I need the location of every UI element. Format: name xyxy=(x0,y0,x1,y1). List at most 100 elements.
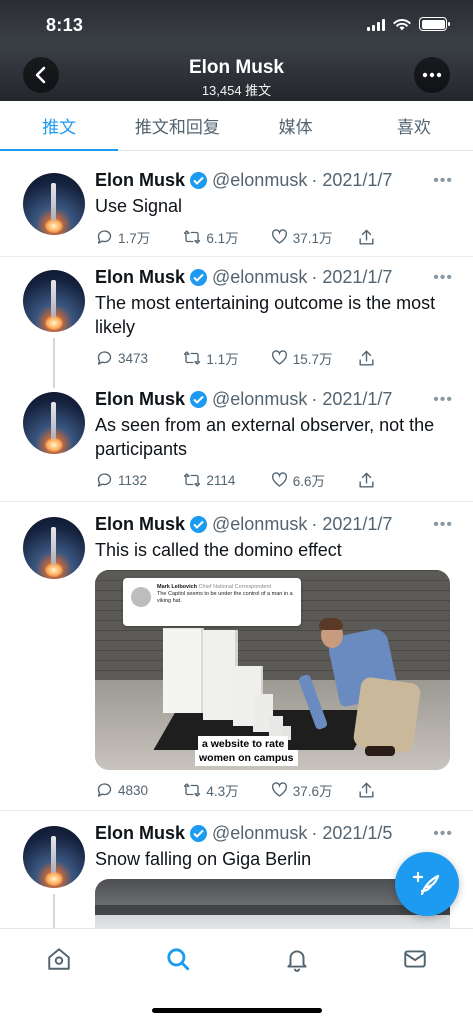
feather-plus-icon xyxy=(412,871,440,896)
share-button[interactable] xyxy=(357,780,395,800)
retweet-count: 6.1万 xyxy=(206,231,239,246)
tweet-media-image[interactable]: Mark Leibovich Chief National Correspond… xyxy=(95,570,450,770)
tweet[interactable]: Elon Musk @elonmusk · 2021/1/7 ••• This … xyxy=(0,502,473,811)
author-name: Elon Musk xyxy=(95,170,186,190)
profile-header: 8:13 Elon Musk 13,454 推文 xyxy=(0,0,473,101)
meme-caption-2: women on campus xyxy=(195,750,298,766)
retweet-icon xyxy=(184,351,201,365)
tweet-menu-icon[interactable]: ••• xyxy=(433,269,453,287)
verified-icon xyxy=(190,516,208,533)
author-handle: @elonmusk xyxy=(212,514,308,534)
nav-notifications[interactable] xyxy=(283,945,311,973)
heart-icon xyxy=(271,782,287,797)
reply-count: 1132 xyxy=(118,472,148,488)
like-button[interactable]: 37.1万 xyxy=(270,227,357,247)
tweet[interactable]: Elon Musk @elonmusk · 2021/1/7 ••• Use S… xyxy=(0,158,473,257)
share-button[interactable] xyxy=(357,348,395,368)
retweet-button[interactable]: 2114 xyxy=(182,470,269,490)
reply-count: 4830 xyxy=(118,782,149,798)
status-time: 8:13 xyxy=(46,15,84,35)
reply-button[interactable]: 1132 xyxy=(95,470,182,490)
tweet-date: · 2021/1/7 xyxy=(311,267,393,287)
tweet-text: As seen from an external observer, not t… xyxy=(95,415,435,459)
tweet-feed: Elon Musk @elonmusk · 2021/1/7 ••• Use S… xyxy=(0,158,473,951)
mail-icon xyxy=(404,950,426,968)
tweet-text: This is called the domino effect xyxy=(95,540,342,560)
compose-tweet-button[interactable] xyxy=(395,852,459,916)
avatar[interactable] xyxy=(23,392,85,454)
tweet-menu-icon[interactable]: ••• xyxy=(433,825,453,843)
tweet-text: The most entertaining outcome is the mos… xyxy=(95,293,436,337)
retweet-count: 2114 xyxy=(206,472,236,488)
retweet-count: 4.3万 xyxy=(206,784,239,799)
avatar[interactable] xyxy=(23,173,85,235)
like-count: 6.6万 xyxy=(292,474,325,489)
author-name: Elon Musk xyxy=(95,823,186,843)
heart-icon xyxy=(271,350,287,365)
tweet-actions: 1132 2114 6.6万 xyxy=(95,470,395,490)
retweet-button[interactable]: 4.3万 xyxy=(182,780,269,800)
search-icon xyxy=(167,948,190,971)
author-handle: @elonmusk xyxy=(212,389,308,409)
more-options-button[interactable] xyxy=(414,57,450,93)
tweet[interactable]: Elon Musk @elonmusk · 2021/1/7 ••• As se… xyxy=(95,389,453,461)
like-button[interactable]: 15.7万 xyxy=(270,348,357,368)
author-name: Elon Musk xyxy=(95,267,186,287)
tab-tweets[interactable]: 推文 xyxy=(0,101,119,151)
status-bar: 8:13 xyxy=(0,0,473,50)
reply-count: 1.7万 xyxy=(118,231,151,246)
share-button[interactable] xyxy=(357,470,395,490)
tweet-menu-icon[interactable]: ••• xyxy=(433,172,453,190)
tweet-menu-icon[interactable]: ••• xyxy=(433,516,453,534)
retweet-icon xyxy=(184,473,201,487)
tweet-count: 13,454 推文 xyxy=(201,83,272,98)
quote-role: Chief National Correspondent xyxy=(198,584,272,590)
tweet[interactable]: Elon Musk @elonmusk · 2021/1/7 ••• The m… xyxy=(0,257,473,502)
author-handle: @elonmusk xyxy=(212,170,308,190)
tweet-actions: 1.7万 6.1万 37.1万 xyxy=(95,227,395,247)
quote-author: Mark Leibovich xyxy=(157,584,198,590)
reply-icon xyxy=(97,783,112,797)
author-name: Elon Musk xyxy=(95,389,186,409)
tweet-menu-icon[interactable]: ••• xyxy=(433,391,453,409)
retweet-button[interactable]: 6.1万 xyxy=(182,227,269,247)
retweet-icon xyxy=(184,783,201,797)
retweet-count: 1.1万 xyxy=(206,352,239,367)
home-indicator xyxy=(152,1008,322,1013)
more-icon xyxy=(422,72,442,78)
profile-tabs: 推文 推文和回复 媒体 喜欢 xyxy=(0,101,473,151)
author-name: Elon Musk xyxy=(95,514,186,534)
tweet-date: · 2021/1/7 xyxy=(311,170,393,190)
verified-icon xyxy=(190,269,208,286)
retweet-button[interactable]: 1.1万 xyxy=(182,348,269,368)
heart-icon xyxy=(271,229,287,244)
avatar[interactable] xyxy=(23,826,85,888)
share-icon xyxy=(359,472,374,488)
reply-icon xyxy=(97,473,112,487)
author-handle: @elonmusk xyxy=(212,267,308,287)
nav-home[interactable] xyxy=(45,945,73,973)
tab-media[interactable]: 媒体 xyxy=(237,101,355,150)
home-icon xyxy=(48,948,70,970)
thread-line xyxy=(53,338,55,388)
avatar[interactable] xyxy=(23,270,85,332)
tab-likes[interactable]: 喜欢 xyxy=(355,101,473,150)
reply-button[interactable]: 3473 xyxy=(95,348,182,368)
reply-button[interactable]: 1.7万 xyxy=(95,227,182,247)
avatar[interactable] xyxy=(23,517,85,579)
like-button[interactable]: 6.6万 xyxy=(270,470,357,490)
reply-icon xyxy=(97,351,112,365)
signal-icon xyxy=(367,18,385,31)
nav-messages[interactable] xyxy=(401,945,429,973)
tweet-date: · 2021/1/5 xyxy=(311,823,393,843)
reply-button[interactable]: 4830 xyxy=(95,780,182,800)
retweet-icon xyxy=(184,230,201,244)
verified-icon xyxy=(190,825,208,842)
nav-search[interactable] xyxy=(164,945,192,973)
like-button[interactable]: 37.6万 xyxy=(270,780,357,800)
tweet-date: · 2021/1/7 xyxy=(311,389,393,409)
share-button[interactable] xyxy=(357,227,395,247)
quoted-avatar xyxy=(131,587,151,607)
tab-tweets-and-replies[interactable]: 推文和回复 xyxy=(118,101,236,150)
bell-icon xyxy=(287,950,307,972)
